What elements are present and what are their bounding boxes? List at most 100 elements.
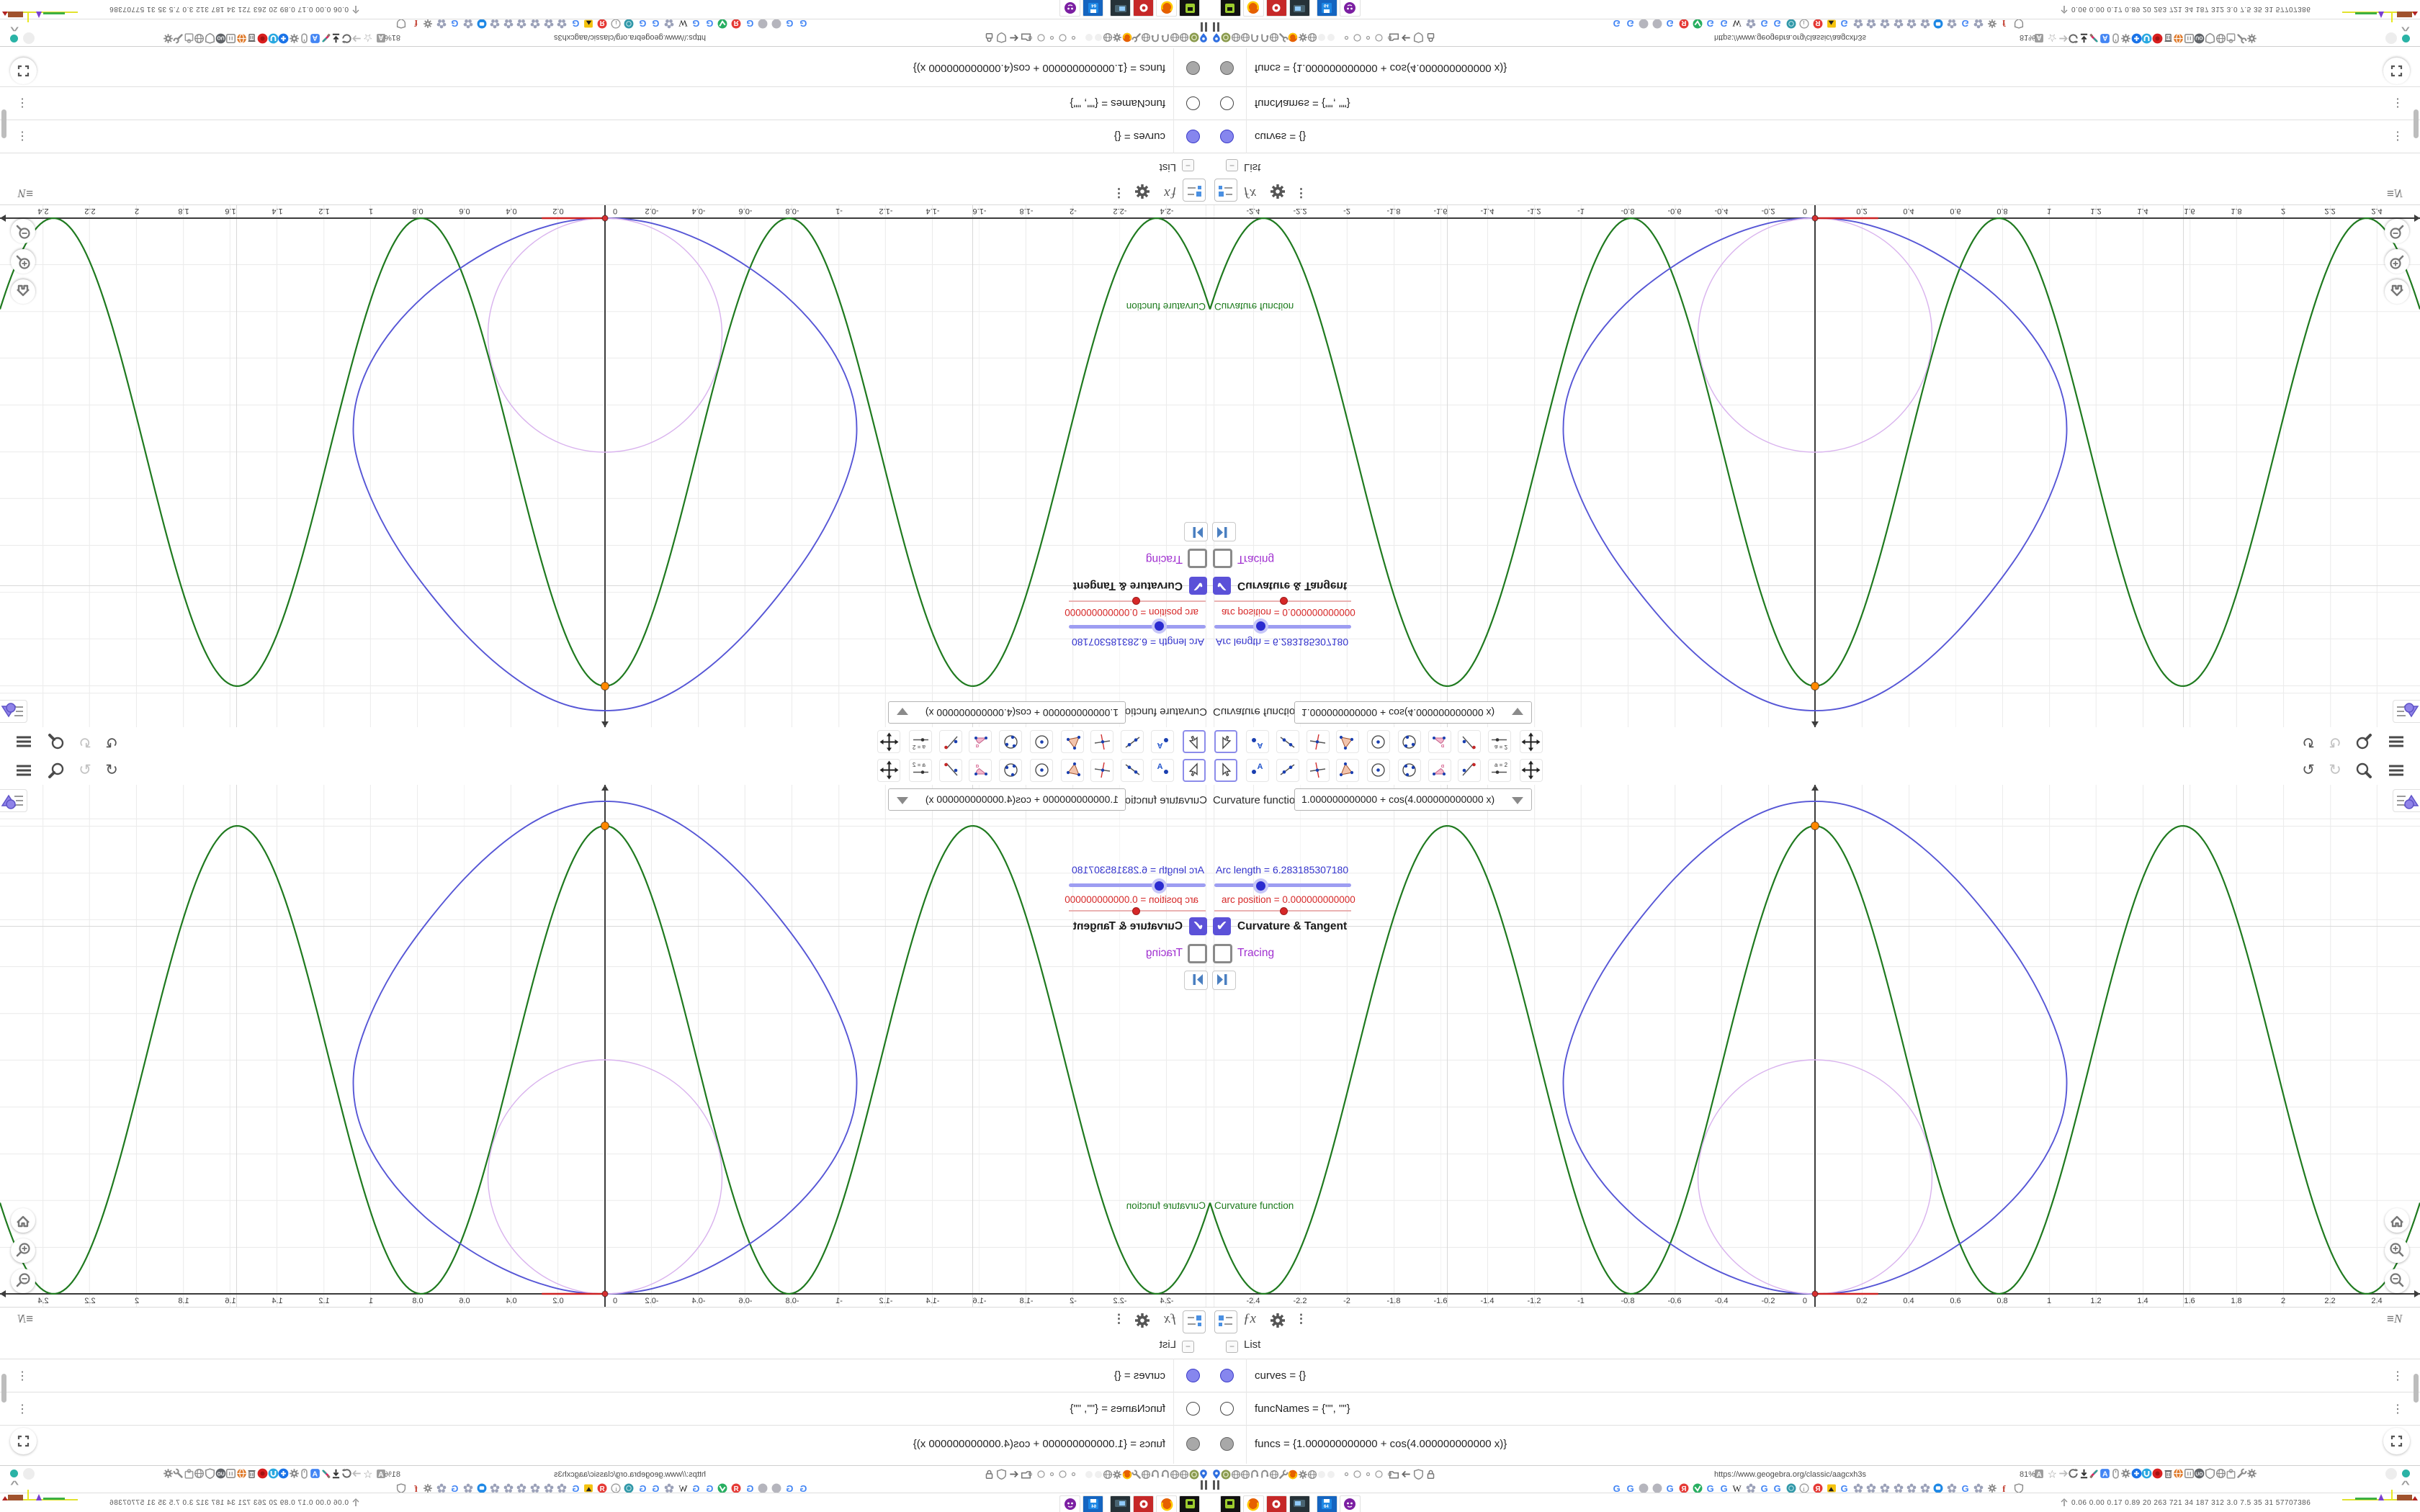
globe-orange-icon[interactable] bbox=[2173, 33, 2184, 44]
uo-circle-icon[interactable]: UO bbox=[2194, 33, 2205, 44]
uo-circle-icon[interactable]: UO bbox=[2194, 1468, 2205, 1479]
favicon-gray-dot[interactable] bbox=[771, 18, 781, 29]
graphics-view[interactable]: -2.4 -2.2 -2 -1.8 -1.6 -1.4 -1.2 -1 -0.8 -0.6 -0.4… bbox=[0, 205, 1210, 727]
profile-circle[interactable] bbox=[23, 32, 35, 44]
app-cat-purple[interactable] bbox=[1340, 1495, 1361, 1512]
favicon-gray-dot[interactable] bbox=[757, 18, 768, 29]
algebra-panel-toggle-icon[interactable]: ≡N bbox=[18, 186, 33, 200]
gear-icon[interactable] bbox=[1298, 1470, 1308, 1480]
olive-cam-icon[interactable] bbox=[1221, 32, 1231, 42]
favicon-f-logo[interactable]: f bbox=[2000, 18, 2011, 29]
favicon-flower[interactable] bbox=[1746, 18, 1757, 29]
step-button[interactable] bbox=[1212, 971, 1236, 990]
tool-circle-center-point[interactable] bbox=[1030, 730, 1053, 753]
search-icon[interactable] bbox=[47, 761, 66, 780]
url-text[interactable]: https://www.geogebra.org/classic/aagcxh3… bbox=[554, 33, 706, 42]
favicon-green-bird[interactable] bbox=[1693, 18, 1703, 29]
arc-length-slider-thumb[interactable] bbox=[1152, 878, 1167, 894]
firefox-icon[interactable] bbox=[1288, 32, 1298, 42]
curvature-tangent-checkbox[interactable]: ✔ bbox=[1189, 917, 1207, 935]
favicon-gray-dot[interactable] bbox=[1652, 18, 1663, 29]
app-settings-red[interactable] bbox=[1133, 0, 1154, 17]
brush-icon[interactable] bbox=[2089, 1468, 2099, 1479]
frame-trash-icon[interactable] bbox=[225, 33, 236, 44]
app-floppy-64[interactable]: 64 bbox=[1317, 0, 1337, 17]
tool-slider[interactable]: a = 2 bbox=[1488, 730, 1511, 753]
plus-circle-icon[interactable] bbox=[2131, 33, 2142, 44]
favicon-flower[interactable] bbox=[516, 18, 526, 29]
arc-position-slider-thumb[interactable] bbox=[1132, 597, 1140, 605]
tool-circle-center-point[interactable] bbox=[1030, 759, 1053, 782]
fullscreen-button[interactable] bbox=[10, 1428, 37, 1454]
app-floppy-64[interactable]: 64 bbox=[1083, 1495, 1103, 1512]
favicon-teal-dot[interactable] bbox=[623, 18, 634, 29]
hamburger-menu-icon[interactable] bbox=[14, 761, 33, 780]
gear-icon[interactable] bbox=[2120, 1468, 2131, 1479]
mouse-icon[interactable] bbox=[299, 33, 310, 44]
favicon-flower[interactable] bbox=[556, 18, 567, 29]
tracing-checkbox[interactable] bbox=[1188, 549, 1207, 568]
wrench-icon[interactable] bbox=[173, 1468, 184, 1479]
redo-icon[interactable]: ↻ bbox=[76, 761, 94, 780]
tool-move-graphics-view[interactable] bbox=[1520, 759, 1543, 782]
step-button[interactable] bbox=[1212, 522, 1236, 541]
row-kebab-icon[interactable]: ⋮ bbox=[2392, 1369, 2403, 1383]
favicon-google[interactable]: G bbox=[1706, 18, 1716, 29]
tool-move-cursor[interactable] bbox=[1214, 759, 1237, 782]
favicon-wikipedia[interactable]: W bbox=[1732, 18, 1743, 29]
wrench-icon[interactable] bbox=[1131, 1470, 1142, 1480]
translate-icon[interactable]: A bbox=[310, 33, 321, 44]
visibility-dot-funcs[interactable] bbox=[1220, 1437, 1234, 1451]
globe-icon[interactable] bbox=[1231, 1470, 1241, 1480]
step-button[interactable] bbox=[1184, 971, 1208, 990]
collapse-list-button[interactable]: − bbox=[1182, 1341, 1194, 1353]
dot-s-icon[interactable] bbox=[1069, 33, 1078, 42]
shield-icon[interactable] bbox=[2205, 33, 2215, 44]
visibility-dot-curves[interactable] bbox=[1186, 130, 1200, 143]
gear-icon[interactable] bbox=[289, 33, 300, 44]
frame-trash-icon[interactable] bbox=[2184, 1468, 2195, 1479]
algebra-row[interactable]: funcs = {1.000000000000 + cos(4.00000000… bbox=[913, 62, 1165, 74]
favicon-flower[interactable] bbox=[543, 18, 554, 29]
row-kebab-icon[interactable]: ⋮ bbox=[17, 96, 28, 110]
tool-reflect-object[interactable] bbox=[1458, 730, 1481, 753]
hamburger-menu-icon[interactable] bbox=[2387, 732, 2406, 751]
row-kebab-icon[interactable]: ⋮ bbox=[2392, 96, 2403, 110]
redo-icon[interactable]: ↻ bbox=[2326, 732, 2344, 751]
red-circle-icon[interactable] bbox=[257, 1468, 268, 1479]
dot-l-icon[interactable] bbox=[1036, 33, 1046, 42]
zoom-out-button[interactable] bbox=[2385, 1269, 2409, 1293]
arrow-right-icon[interactable] bbox=[2058, 33, 2069, 44]
favicon-flower[interactable] bbox=[1973, 18, 1984, 29]
folder-icon[interactable] bbox=[1021, 32, 1031, 43]
u-circle-icon[interactable] bbox=[2141, 33, 2152, 44]
globe-orange-icon[interactable] bbox=[236, 1468, 247, 1479]
gear-icon[interactable] bbox=[163, 33, 174, 44]
app-monitor[interactable] bbox=[1110, 0, 1131, 17]
tool-move-graphics-view[interactable] bbox=[877, 730, 900, 753]
tool-angle[interactable]: α bbox=[969, 759, 992, 782]
puzzle-icon[interactable] bbox=[184, 33, 194, 44]
graphics-stylebar-toggle[interactable] bbox=[2393, 789, 2420, 812]
profile-circle[interactable] bbox=[2385, 1468, 2397, 1480]
app-floppy-64[interactable]: 64 bbox=[1083, 0, 1103, 17]
tool-point[interactable]: A bbox=[1246, 759, 1269, 782]
app-cat-purple[interactable] bbox=[1059, 0, 1080, 17]
folder-icon[interactable] bbox=[1389, 1469, 1399, 1480]
download-icon[interactable] bbox=[331, 33, 341, 44]
fx-icon[interactable]: ƒx bbox=[1243, 1311, 1256, 1327]
translate-icon[interactable]: A bbox=[2099, 1468, 2110, 1479]
tool-reflect-object[interactable] bbox=[1458, 759, 1481, 782]
favicon-yandex[interactable]: Я bbox=[1679, 18, 1690, 29]
globe-orange-icon[interactable] bbox=[2173, 1468, 2184, 1479]
trash-icon[interactable] bbox=[246, 33, 257, 44]
uo-circle-icon[interactable]: UO bbox=[215, 33, 226, 44]
curve-point[interactable] bbox=[600, 681, 610, 691]
favicon-flower[interactable] bbox=[489, 18, 500, 29]
star-icon[interactable]: ☆ bbox=[2047, 33, 2058, 44]
graphics-view[interactable]: -2.4 -2.2 -2 -1.8 -1.6 -1.4 -1.2 -1 -0.8 -0.6 -0.4… bbox=[0, 785, 1210, 1307]
app-monitor[interactable] bbox=[1289, 0, 1310, 17]
puzzle-icon[interactable] bbox=[2226, 33, 2236, 44]
algebra-tree-icon[interactable] bbox=[1183, 179, 1206, 202]
wrench-icon[interactable] bbox=[173, 33, 184, 44]
